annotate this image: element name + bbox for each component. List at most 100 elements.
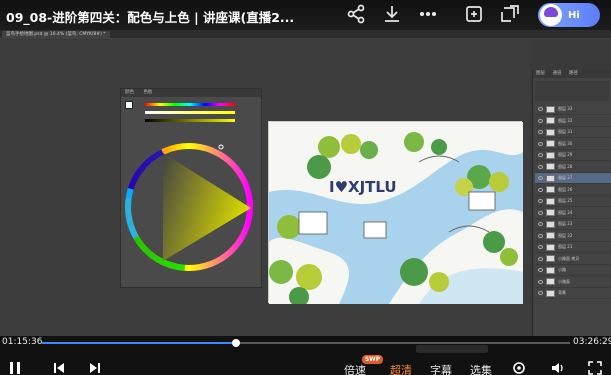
layer-row[interactable]: 小路面	[535, 277, 611, 288]
layer-row[interactable]: 图层 23	[535, 219, 611, 230]
eye-icon[interactable]	[538, 164, 543, 169]
layer-thumbnail	[546, 255, 555, 262]
layer-thumbnail	[546, 220, 555, 228]
layer-thumbnail	[546, 105, 555, 113]
eye-icon[interactable]	[538, 141, 543, 146]
saturation-slider[interactable]	[145, 111, 235, 114]
eye-icon[interactable]	[538, 268, 543, 272]
layer-row[interactable]: 图层 31	[535, 127, 611, 138]
layer-row[interactable]: 图层 29	[535, 150, 611, 161]
layer-name: 图层 26	[558, 186, 573, 192]
video-player: 09_08-进阶第四关：配色与上色 | 讲座课(直播2... Hi 蓝鸟手绘地图…	[0, 0, 611, 375]
layer-name: 图层 30	[558, 140, 573, 146]
swatches-tab[interactable]: 色板	[143, 90, 152, 95]
layer-thumbnail	[546, 151, 555, 159]
next-icon[interactable]	[88, 360, 102, 374]
quality-button[interactable]: 超清	[390, 362, 412, 375]
eye-icon[interactable]	[538, 256, 543, 261]
layer-row[interactable]: 图层 28	[535, 162, 611, 173]
eye-icon[interactable]	[538, 245, 543, 249]
hue-slider[interactable]	[145, 103, 235, 106]
layer-row[interactable]: 图层 30	[535, 139, 611, 150]
canvas-area: 颜色 色板 I♥XJTLU	[0, 40, 530, 344]
foreground-swatch[interactable]	[125, 101, 133, 109]
channels-tab[interactable]: 通道	[552, 71, 561, 76]
picture-in-picture-icon[interactable]	[500, 4, 520, 24]
player-top-bar: 09_08-进阶第四关：配色与上色 | 讲座课(直播2... Hi	[0, 0, 611, 30]
eye-icon[interactable]	[538, 222, 543, 226]
layer-thumbnail	[546, 232, 555, 239]
photoshop-window: 蓝鸟手绘地图.psd @ 16.4% (蓝鸟, CMYK/8#) * 颜色 色板	[0, 30, 611, 374]
layer-options	[535, 81, 609, 101]
layer-row[interactable]: 图层 24	[535, 208, 611, 219]
layers-tab[interactable]: 图层	[536, 71, 545, 76]
color-panel: 颜色 色板	[120, 88, 262, 288]
document-tab[interactable]: 蓝鸟手绘地图.psd @ 16.4% (蓝鸟, CMYK/8#) *	[2, 31, 110, 39]
layer-name: 图层 24	[558, 209, 573, 215]
video-title: 09_08-进阶第四关：配色与上色 | 讲座课(直播2...	[6, 10, 295, 25]
layer-row[interactable]: 图层 27	[535, 173, 611, 184]
progress-bar[interactable]	[42, 339, 570, 347]
player-controls: 01:15:36 03:26:29 SWP 倍速 超清 字幕 选集	[0, 336, 611, 375]
download-icon[interactable]	[382, 4, 402, 24]
color-wheel[interactable]	[121, 129, 263, 289]
eye-icon[interactable]	[538, 291, 543, 295]
pause-icon[interactable]	[8, 360, 22, 374]
settings-icon[interactable]	[512, 360, 526, 374]
subtitle-button[interactable]: 字幕	[430, 362, 452, 375]
layer-name: 小路	[558, 267, 566, 272]
layer-thumbnail	[546, 197, 555, 205]
layer-name: 图层 29	[558, 152, 573, 157]
eye-icon[interactable]	[538, 279, 543, 284]
layer-name: 图层 32	[558, 117, 573, 123]
color-panel-header: 颜色 色板	[121, 89, 261, 97]
eye-icon[interactable]	[538, 130, 543, 134]
layers-panel-header: 图层 通道 路径	[533, 70, 611, 78]
layer-row[interactable]: 小路	[535, 265, 611, 276]
volume-icon[interactable]	[550, 360, 564, 374]
layer-name: 图层 21	[558, 244, 573, 249]
current-time: 01:15:36	[2, 337, 43, 347]
previous-icon[interactable]	[52, 360, 66, 374]
total-time: 03:26:29	[573, 337, 611, 347]
eye-icon[interactable]	[538, 210, 543, 215]
layer-row[interactable]: 图层 22	[535, 231, 611, 242]
eye-icon[interactable]	[538, 199, 543, 203]
speed-button[interactable]: 倍速	[344, 362, 366, 375]
layer-name: 图层 22	[558, 232, 573, 238]
fullscreen-icon[interactable]	[588, 360, 602, 375]
brightness-slider[interactable]	[145, 119, 235, 122]
more-icon[interactable]	[418, 4, 438, 24]
eye-icon[interactable]	[538, 107, 543, 111]
layer-thumbnail	[546, 278, 555, 285]
eye-icon[interactable]	[538, 118, 543, 123]
layer-thumbnail	[546, 128, 555, 136]
screenshot-icon[interactable]	[464, 4, 484, 24]
layer-row[interactable]: 背景	[535, 288, 611, 299]
progress-handle[interactable]	[231, 339, 240, 347]
eye-icon[interactable]	[538, 233, 543, 238]
layer-row[interactable]: 小路面 拷贝	[535, 254, 611, 265]
layer-thumbnail	[546, 163, 555, 170]
layer-name: 背景	[558, 290, 566, 295]
episodes-button[interactable]: 选集	[470, 362, 492, 375]
paths-tab[interactable]: 路径	[569, 71, 578, 76]
layer-name: 图层 28	[558, 163, 573, 169]
assistant-label: Hi	[568, 9, 580, 21]
eye-icon[interactable]	[538, 176, 543, 180]
layer-row[interactable]: 图层 32	[535, 116, 611, 127]
layer-thumbnail	[546, 140, 555, 147]
layer-row[interactable]: 图层 21	[535, 242, 611, 253]
layer-row[interactable]: 图层 26	[535, 185, 611, 196]
eye-icon[interactable]	[538, 187, 543, 192]
artwork-document[interactable]: I♥XJTLU	[268, 121, 523, 307]
eye-icon[interactable]	[538, 153, 543, 157]
color-tab[interactable]: 颜色	[125, 90, 134, 95]
layer-name: 图层 23	[558, 221, 573, 226]
layer-name: 图层 27	[558, 175, 573, 180]
layer-row[interactable]: 图层 33	[535, 104, 611, 115]
share-icon[interactable]	[346, 4, 366, 24]
assistant-button[interactable]: Hi	[538, 3, 600, 27]
layer-row[interactable]: 图层 25	[535, 196, 611, 207]
hand-drawn-map-artwork: I♥XJTLU	[269, 122, 523, 307]
